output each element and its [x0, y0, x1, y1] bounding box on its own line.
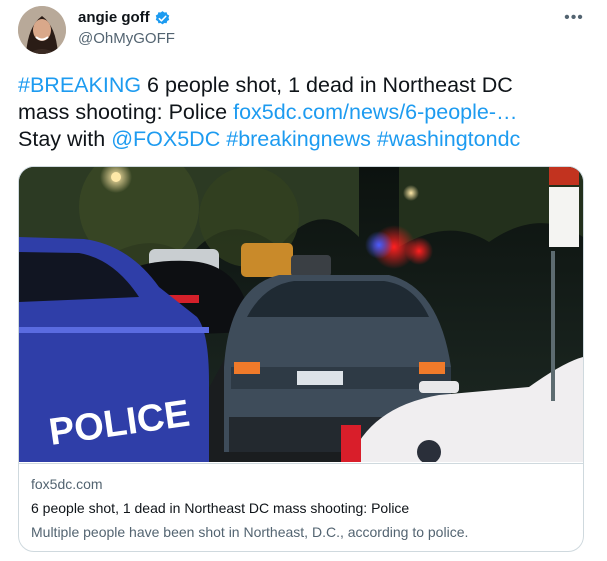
tweet-text: #BREAKING 6 people shot, 1 dead in North… [18, 72, 593, 153]
tweet-line-3: Stay with @FOX5DC #breakingnews #washing… [18, 126, 593, 153]
tweet-line-2: mass shooting: Police fox5dc.com/news/6-… [18, 99, 593, 126]
card-image[interactable]: POLICE [19, 167, 583, 462]
avatar[interactable] [18, 6, 66, 54]
author-name[interactable]: angie goff [78, 9, 150, 26]
author-handle[interactable]: @OhMyGOFF [78, 30, 175, 47]
tweet-text-segment: 6 people shot, 1 dead in Northeast DC [141, 73, 513, 97]
tweet-link[interactable]: #breakingnews [226, 127, 371, 151]
card-domain: fox5dc.com [31, 476, 103, 492]
ellipsis-icon: ••• [564, 9, 584, 26]
tweet-text-segment: Stay with [18, 127, 112, 151]
card-title: 6 people shot, 1 dead in Northeast DC ma… [31, 500, 410, 516]
verified-badge-icon [155, 11, 170, 25]
tweet[interactable]: angie goff @OhMyGOFF ••• #BREAKING 6 peo… [0, 0, 607, 561]
card-meta[interactable]: fox5dc.com 6 people shot, 1 dead in Nort… [19, 463, 583, 551]
card-description: Multiple people have been shot in Northe… [31, 524, 469, 540]
tweet-link[interactable]: @FOX5DC [111, 127, 220, 151]
more-options-button[interactable]: ••• [560, 8, 588, 28]
tweet-line-1: #BREAKING 6 people shot, 1 dead in North… [18, 72, 593, 99]
tweet-link[interactable]: #BREAKING [18, 73, 141, 97]
avatar-photo [18, 6, 66, 54]
tweet-link[interactable]: #washingtondc [377, 127, 520, 151]
tweet-link[interactable]: fox5dc.com/news/6-people-… [233, 100, 517, 124]
link-preview-card[interactable]: POLICE fox5dc.com 6 people shot, 1 dead … [18, 166, 584, 552]
tweet-text-segment: mass shooting: Police [18, 100, 234, 124]
